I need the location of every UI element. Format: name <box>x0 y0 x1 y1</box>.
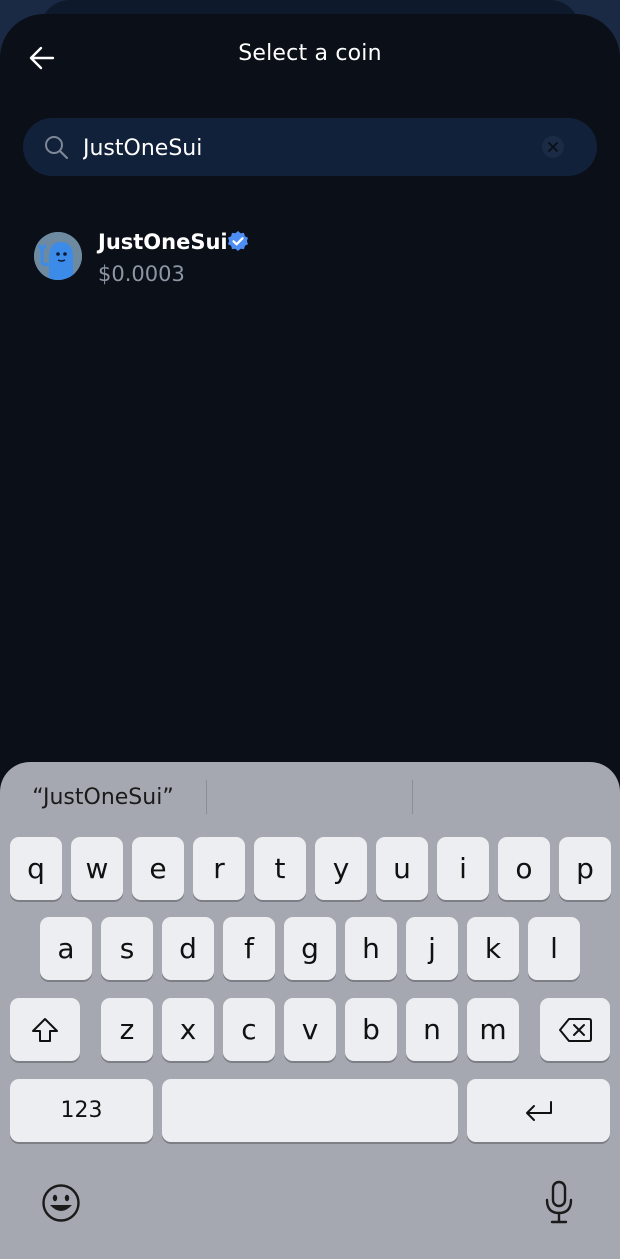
numbers-key[interactable]: 123 <box>10 1079 153 1142</box>
emoji-button[interactable] <box>38 1180 84 1226</box>
suggestion-divider <box>412 780 413 814</box>
key-f[interactable]: f <box>223 917 275 980</box>
key-o[interactable]: o <box>498 837 550 900</box>
on-screen-keyboard: “JustOneSui” q w e r t y u i o p a s d f… <box>0 762 620 1259</box>
return-key[interactable] <box>467 1079 610 1142</box>
search-input[interactable] <box>81 126 525 170</box>
suggestion-divider <box>206 780 207 814</box>
key-l[interactable]: l <box>528 917 580 980</box>
key-c[interactable]: c <box>223 998 275 1061</box>
key-h[interactable]: h <box>345 917 397 980</box>
key-y[interactable]: y <box>315 837 367 900</box>
key-t[interactable]: t <box>254 837 306 900</box>
key-w[interactable]: w <box>71 837 123 900</box>
close-icon <box>548 142 558 152</box>
coin-avatar <box>34 232 82 280</box>
microphone-icon <box>545 1180 573 1224</box>
key-x[interactable]: x <box>162 998 214 1061</box>
key-v[interactable]: v <box>284 998 336 1061</box>
shift-key[interactable] <box>10 998 80 1061</box>
key-j[interactable]: j <box>406 917 458 980</box>
coin-price: $0.0003 <box>98 262 185 286</box>
key-s[interactable]: s <box>101 917 153 980</box>
key-g[interactable]: g <box>284 917 336 980</box>
keyboard-suggestion[interactable]: “JustOneSui” <box>0 762 206 832</box>
dictation-button[interactable] <box>536 1176 582 1228</box>
key-u[interactable]: u <box>376 837 428 900</box>
key-k[interactable]: k <box>467 917 519 980</box>
coin-name: JustOneSui <box>98 230 228 254</box>
key-n[interactable]: n <box>406 998 458 1061</box>
key-m[interactable]: m <box>467 998 519 1061</box>
emoji-icon <box>42 1184 80 1222</box>
keyboard-suggestion-bar: “JustOneSui” <box>0 762 620 832</box>
key-d[interactable]: d <box>162 917 214 980</box>
key-e[interactable]: e <box>132 837 184 900</box>
coin-list-item[interactable]: JustOneSui $0.0003 <box>18 220 602 300</box>
backspace-key[interactable] <box>540 998 610 1061</box>
clear-search-button[interactable] <box>542 136 564 158</box>
key-z[interactable]: z <box>101 998 153 1061</box>
backspace-icon <box>559 1017 592 1042</box>
key-i[interactable]: i <box>437 837 489 900</box>
key-b[interactable]: b <box>345 998 397 1061</box>
search-icon <box>45 136 69 160</box>
page-title: Select a coin <box>238 41 382 66</box>
return-icon <box>525 1100 552 1121</box>
header: Select a coin <box>0 14 620 98</box>
space-key[interactable] <box>162 1079 458 1142</box>
key-r[interactable]: r <box>193 837 245 900</box>
search-bar[interactable] <box>23 118 597 176</box>
coin-logo-icon <box>34 232 82 280</box>
shift-icon <box>32 1017 58 1042</box>
key-q[interactable]: q <box>10 837 62 900</box>
verified-badge-icon <box>228 231 248 251</box>
key-p[interactable]: p <box>559 837 611 900</box>
key-a[interactable]: a <box>40 917 92 980</box>
